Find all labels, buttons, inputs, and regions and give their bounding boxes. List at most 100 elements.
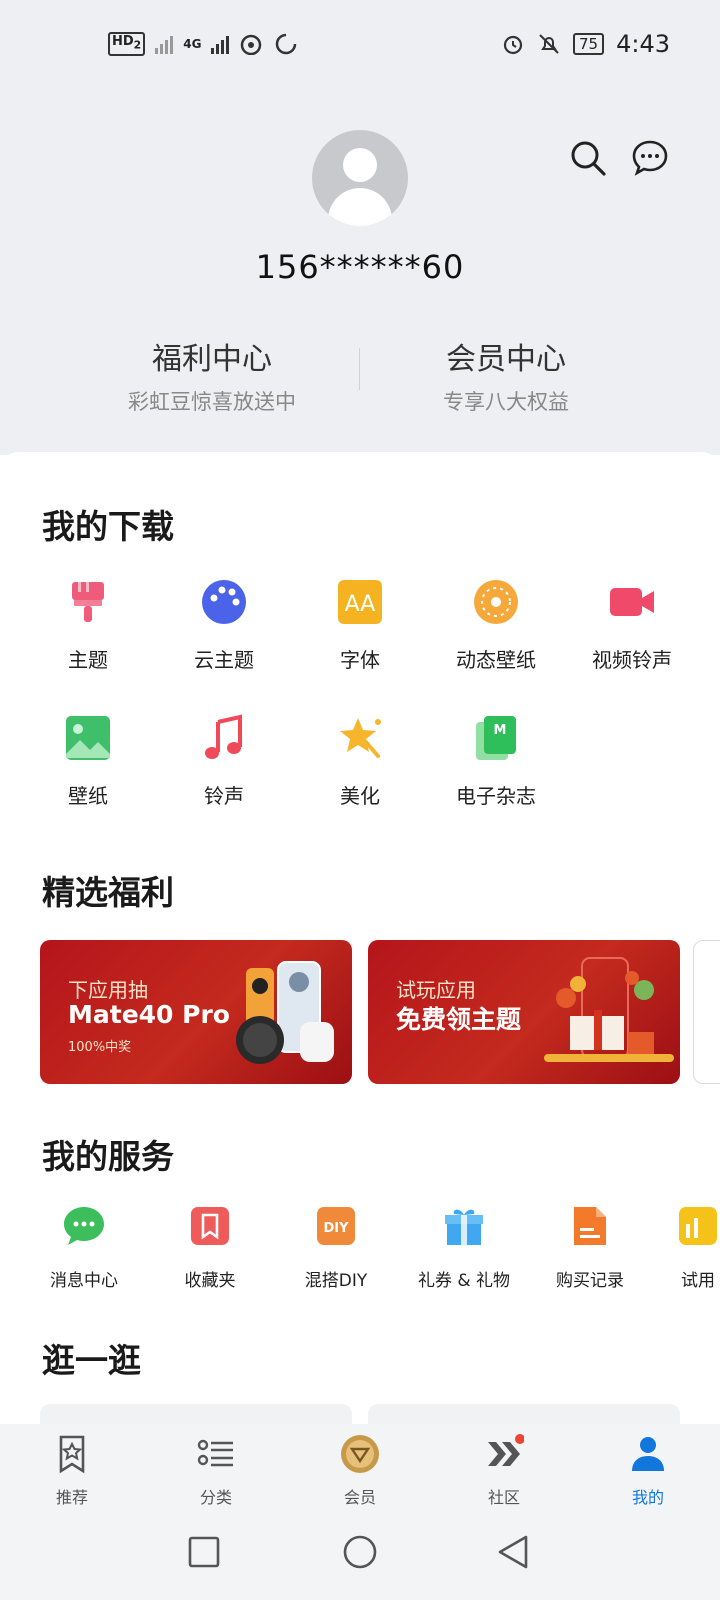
banner-mate40-line3: 100%中奖 (68, 1040, 132, 1055)
download-cloud-theme[interactable]: 云主题 (156, 578, 292, 673)
diy-icon: DIY (317, 1207, 355, 1245)
recents-icon[interactable] (188, 1536, 220, 1568)
tab-mine[interactable]: 我的 (598, 1434, 698, 1508)
welfare-center-subtitle: 彩虹豆惊喜放送中 (128, 390, 296, 414)
service-trial[interactable]: 试用 (648, 1204, 720, 1291)
gift-icon (445, 1209, 483, 1245)
tab-category-label: 分类 (199, 1488, 232, 1507)
svg-text:DIY: DIY (323, 1221, 349, 1236)
tab-mine-label: 我的 (631, 1488, 664, 1507)
mute-icon (539, 34, 559, 54)
brush-icon (72, 582, 104, 622)
chat-bubble-icon (64, 1207, 104, 1245)
palette-icon (202, 580, 246, 624)
svg-text:AA: AA (345, 592, 376, 617)
message-icon[interactable] (630, 138, 670, 178)
hd-indicator: HD2 (108, 32, 146, 56)
live-wallpaper-icon (474, 580, 518, 624)
star-bookmark-icon (59, 1435, 85, 1474)
tab-community-label: 社区 (487, 1488, 520, 1507)
receipt-icon (574, 1207, 606, 1245)
download-video-ringtone[interactable]: 视频铃声 (564, 578, 700, 673)
bottom-nav: 推荐 分类 会员 社区 我的 (0, 1424, 720, 1516)
services-title: 我的服务 (42, 1137, 174, 1176)
hotspot-icon (241, 34, 262, 55)
account-phone: 156******60 (255, 248, 465, 286)
status-bar: HD2 4G 75 4:43 (0, 28, 720, 64)
welfare-center-link[interactable]: 福利中心 彩虹豆惊喜放送中 (62, 334, 362, 416)
list-icon (197, 1439, 233, 1467)
tab-recommend[interactable]: 推荐 (22, 1434, 122, 1508)
banner-mate40-line1: 下应用抽 (68, 978, 148, 1002)
service-favorites-label: 收藏夹 (184, 1271, 236, 1291)
svg-text:M: M (494, 723, 507, 738)
service-diy[interactable]: DIY 混搭DIY (268, 1204, 404, 1291)
download-wallpaper[interactable]: 壁纸 (20, 714, 156, 809)
download-beautify-label: 美化 (340, 784, 380, 808)
person-icon (632, 1437, 664, 1471)
tab-vip[interactable]: 会员 (310, 1434, 410, 1508)
service-messages[interactable]: 消息中心 (16, 1204, 152, 1291)
banner-try-apps[interactable]: 试玩应用 免费领主题 (368, 940, 680, 1084)
vip-badge-icon (341, 1435, 379, 1473)
service-gifts[interactable]: 礼券 & 礼物 (396, 1204, 532, 1291)
banner-try-apps-line2: 免费领主题 (396, 1005, 522, 1034)
service-gifts-label: 礼券 & 礼物 (417, 1271, 511, 1291)
browse-card-peek[interactable] (368, 1404, 680, 1424)
download-live-wallpaper[interactable]: 动态壁纸 (428, 578, 564, 673)
downloads-title: 我的下载 (42, 507, 174, 546)
banner-mate40[interactable]: 下应用抽 Mate40 Pro 100%中奖 (40, 940, 352, 1084)
gift-illustration (544, 957, 674, 1062)
member-center-link[interactable]: 会员中心 专享八大权益 (356, 334, 656, 416)
image-icon (66, 716, 110, 760)
download-magazine[interactable]: M 电子杂志 (428, 714, 564, 809)
back-icon[interactable] (496, 1534, 530, 1570)
service-purchases-label: 购买记录 (556, 1271, 624, 1291)
trial-icon (679, 1207, 717, 1245)
download-live-wallpaper-label: 动态壁纸 (456, 648, 536, 672)
profile-header: HD2 4G 75 4:43 156******60 福利中心 彩虹豆惊喜放送中… (0, 0, 720, 455)
download-wallpaper-label: 壁纸 (68, 784, 108, 808)
download-ringtone[interactable]: 铃声 (156, 714, 292, 809)
service-favorites[interactable]: 收藏夹 (142, 1204, 278, 1291)
font-icon: AA (338, 580, 382, 624)
phone-watch-illustration (236, 961, 334, 1064)
download-ringtone-label: 铃声 (204, 784, 244, 808)
tab-recommend-label: 推荐 (55, 1488, 88, 1507)
download-beautify[interactable]: 美化 (292, 714, 428, 809)
magazine-icon: M (476, 716, 516, 760)
download-video-ringtone-label: 视频铃声 (592, 648, 672, 672)
tab-community[interactable]: 社区 (454, 1434, 554, 1508)
tab-vip-label: 会员 (343, 1488, 376, 1507)
service-diy-label: 混搭DIY (304, 1271, 368, 1291)
clock: 4:43 (616, 30, 670, 58)
network-type: 4G (183, 36, 202, 51)
tab-category[interactable]: 分类 (166, 1434, 266, 1508)
welfare-center-title: 福利中心 (152, 342, 272, 377)
bookmark-icon (191, 1207, 229, 1245)
download-theme[interactable]: 主题 (20, 578, 156, 673)
download-font-label: 字体 (340, 648, 380, 672)
benefits-title: 精选福利 (42, 873, 174, 912)
member-center-title: 会员中心 (446, 342, 566, 377)
avatar[interactable] (312, 130, 408, 226)
download-magazine-label: 电子杂志 (456, 784, 536, 808)
download-theme-label: 主题 (68, 648, 108, 672)
music-icon (205, 714, 242, 759)
banner-peek[interactable] (693, 940, 720, 1084)
battery-indicator: 75 (573, 33, 605, 55)
search-icon[interactable] (568, 138, 608, 178)
home-icon[interactable] (342, 1534, 378, 1570)
download-font[interactable]: AA 字体 (292, 578, 428, 673)
star-icon (340, 718, 381, 758)
browse-card-peek[interactable] (40, 1404, 352, 1424)
loading-icon (276, 33, 297, 55)
video-icon (610, 588, 654, 616)
alarm-icon (503, 35, 523, 55)
system-navigation-bar (0, 1516, 720, 1600)
download-cloud-theme-label: 云主题 (194, 648, 254, 672)
service-messages-label: 消息中心 (50, 1271, 118, 1291)
service-purchases[interactable]: 购买记录 (522, 1204, 658, 1291)
browse-title: 逛一逛 (42, 1341, 141, 1380)
signal-icon-sim2 (211, 34, 230, 54)
